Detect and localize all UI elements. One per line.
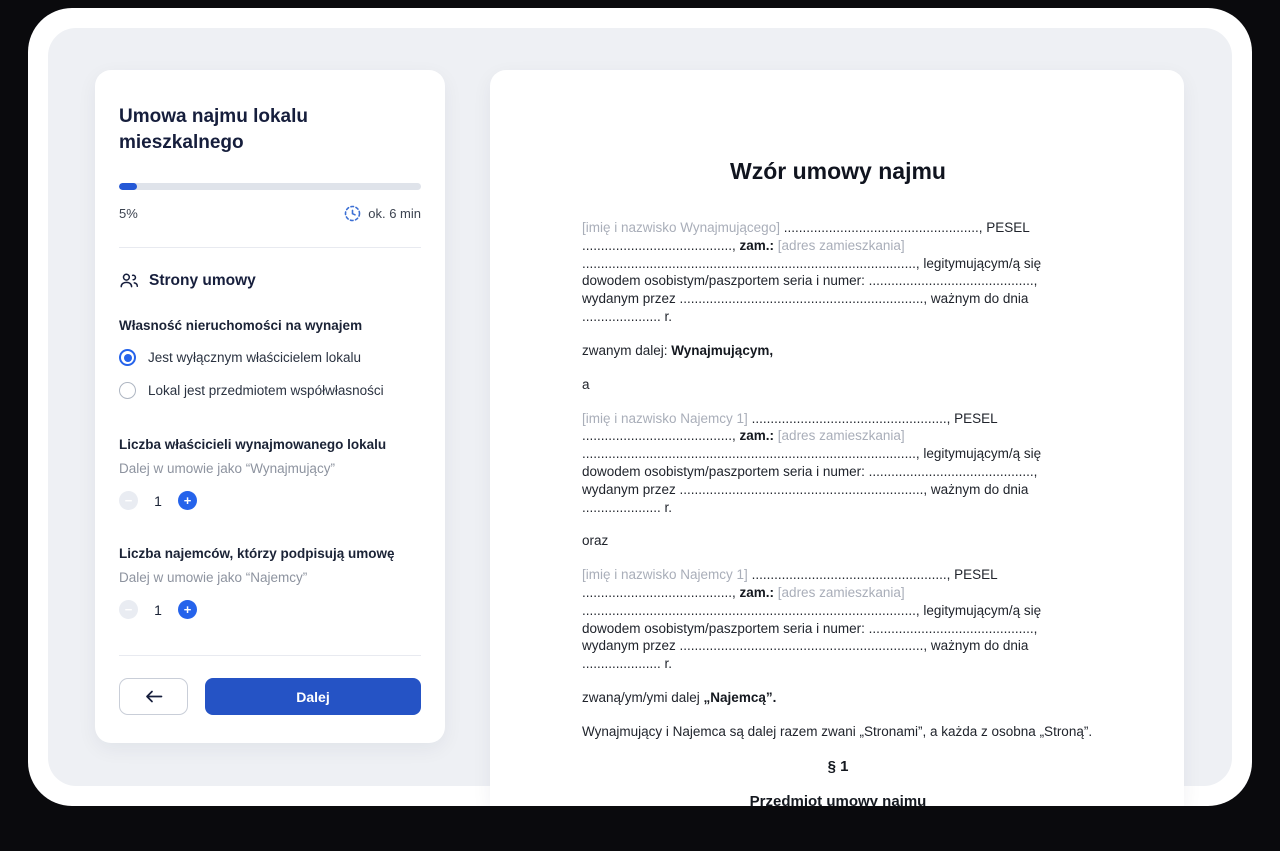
app-window: Umowa najmu lokalu mieszkalnego 5% ok. 6… (28, 8, 1252, 806)
progress-info-row: 5% ok. 6 min (119, 205, 421, 222)
owners-count-hint: Dalej w umowie jako “Wynajmujący” (119, 461, 421, 476)
doc-paragraph: [imię i nazwisko Najemcy 1] ............… (582, 410, 1094, 517)
radio-option-co-ownership[interactable]: Lokal jest przedmiotem współwłasności (119, 382, 421, 399)
screen-background: Umowa najmu lokalu mieszkalnego 5% ok. 6… (0, 0, 1280, 851)
section-header: Strony umowy (119, 272, 421, 290)
doc-section-heading: Przedmiot umowy najmu (582, 792, 1094, 806)
owners-count-stepper: − 1 + (119, 491, 421, 510)
next-button[interactable]: Dalej (205, 678, 421, 715)
tenants-decrement-button[interactable]: − (119, 600, 138, 619)
progress-bar-fill (119, 183, 137, 190)
progress-percent: 5% (119, 206, 138, 221)
owners-increment-button[interactable]: + (178, 491, 197, 510)
doc-paragraph: [imię i nazwisko Najemcy 1] ............… (582, 566, 1094, 673)
clock-icon (344, 205, 361, 222)
section-title: Strony umowy (149, 272, 256, 290)
document-body: [imię i nazwisko Wynajmującego] ........… (582, 219, 1094, 806)
owners-count-label: Liczba właścicieli wynajmowanego lokalu (119, 437, 421, 452)
divider (119, 655, 421, 656)
doc-paragraph: [imię i nazwisko Wynajmującego] ........… (582, 219, 1094, 326)
back-button[interactable] (119, 678, 188, 715)
radio-option-label: Lokal jest przedmiotem współwłasności (148, 383, 384, 398)
tenants-increment-button[interactable]: + (178, 600, 197, 619)
wizard-sidebar-card: Umowa najmu lokalu mieszkalnego 5% ok. 6… (95, 70, 445, 743)
estimated-time-label: ok. 6 min (368, 206, 421, 221)
radio-selected-icon[interactable] (119, 349, 136, 366)
doc-paragraph: zwaną/ym/ymi dalej „Najemcą”. (582, 689, 1094, 707)
owners-decrement-button[interactable]: − (119, 491, 138, 510)
document-title: Wzór umowy najmu (582, 158, 1094, 185)
radio-unselected-icon[interactable] (119, 382, 136, 399)
doc-paragraph: oraz (582, 532, 1094, 550)
owners-count-value: 1 (138, 493, 178, 509)
tenants-count-value: 1 (138, 602, 178, 618)
radio-option-sole-owner[interactable]: Jest wyłącznym właścicielem lokalu (119, 349, 421, 366)
progress-bar (119, 183, 421, 190)
wizard-title: Umowa najmu lokalu mieszkalnego (119, 104, 421, 155)
contract-preview-card[interactable]: Wzór umowy najmu [imię i nazwisko Wynajm… (490, 70, 1184, 806)
radio-option-label: Jest wyłącznym właścicielem lokalu (148, 350, 361, 365)
users-icon (119, 272, 139, 290)
doc-paragraph: zwanym dalej: Wynajmującym, (582, 342, 1094, 360)
tenants-count-hint: Dalej w umowie jako “Najemcy” (119, 570, 421, 585)
tenants-count-label: Liczba najemców, którzy podpisują umowę (119, 546, 421, 561)
doc-paragraph: Wynajmujący i Najemca są dalej razem zwa… (582, 723, 1094, 741)
arrow-left-icon (145, 690, 163, 703)
ownership-question-label: Własność nieruchomości na wynajem (119, 318, 421, 333)
wizard-footer: Dalej (119, 655, 421, 715)
divider (119, 247, 421, 248)
tenants-count-stepper: − 1 + (119, 600, 421, 619)
doc-paragraph: a (582, 376, 1094, 394)
doc-section-heading: § 1 (582, 757, 1094, 777)
estimated-time: ok. 6 min (344, 205, 421, 222)
